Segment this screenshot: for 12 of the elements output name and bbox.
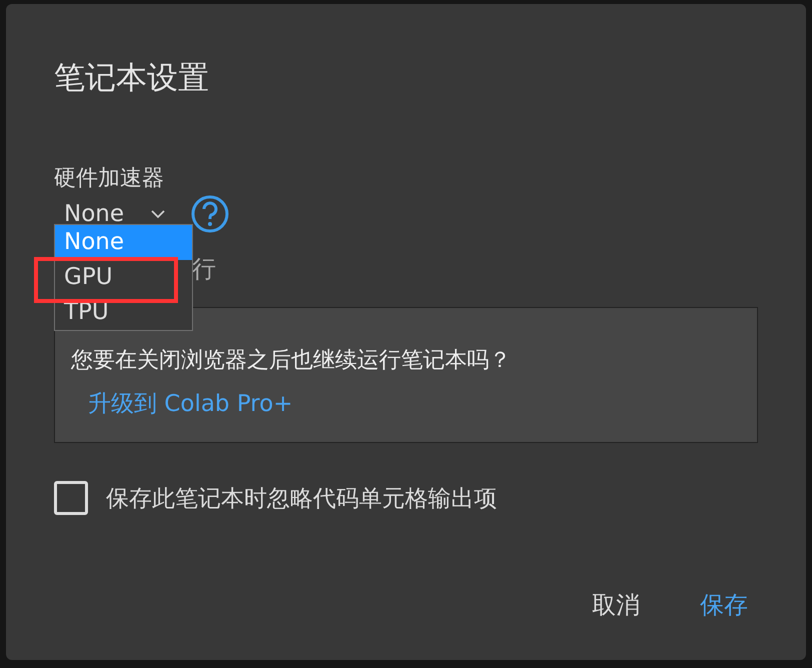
save-button[interactable]: 保存: [700, 585, 748, 625]
field-label: 硬件加速器: [54, 165, 165, 193]
dialog-title: 笔记本设置: [54, 59, 210, 98]
checkbox-label: 保存此笔记本时忽略代码单元格输出项: [106, 484, 497, 514]
upsell-question: 您要在关闭浏览器之后也继续运行笔记本吗？: [71, 347, 512, 375]
cancel-button[interactable]: 取消: [592, 585, 640, 625]
dropdown-option[interactable]: GPU: [55, 260, 192, 295]
upgrade-link[interactable]: 升级到 Colab Pro+: [88, 388, 293, 419]
chevron-down-icon: [150, 209, 166, 219]
help-icon[interactable]: [190, 194, 230, 234]
setting-label: 行: [192, 254, 216, 284]
checkbox[interactable]: [54, 481, 88, 515]
